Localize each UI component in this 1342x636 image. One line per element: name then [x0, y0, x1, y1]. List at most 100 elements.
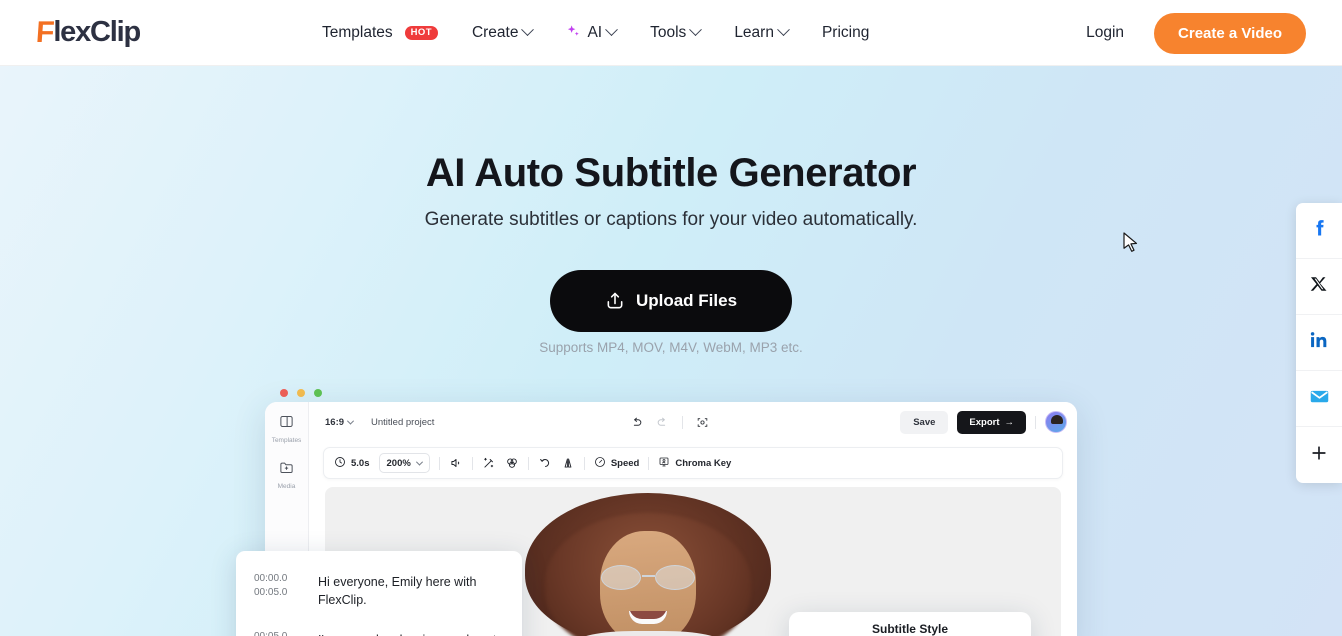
rotate-icon[interactable] — [538, 456, 552, 470]
hero-section: AI Auto Subtitle Generator Generate subt… — [0, 66, 1342, 636]
speedometer-icon — [594, 456, 606, 471]
facebook-icon — [1309, 218, 1329, 243]
speed-control[interactable]: Speed — [594, 456, 640, 471]
supported-formats-text: Supports MP4, MOV, M4V, WebM, MP3 etc. — [539, 340, 803, 355]
nav-label-create: Create — [471, 23, 519, 41]
clock-icon — [334, 456, 346, 471]
sidebar-label-media: Media — [277, 483, 296, 490]
create-a-video-button[interactable]: Create a Video — [1154, 12, 1306, 54]
upload-button-label: Upload Files — [635, 291, 738, 310]
subtitle-style-panel: Subtitle Style Subtitle Subtitle Subtitl… — [789, 612, 1031, 636]
page-root: F lexClip Templates HOT Create AI Tools — [0, 0, 1342, 636]
person-glasses — [599, 565, 697, 590]
undo-icon[interactable] — [630, 416, 643, 429]
speed-label: Speed — [610, 457, 640, 469]
toolbar-divider — [438, 456, 440, 470]
subtitle-list-panel: 00:00.0 00:05.0 Hi everyone, Emily here … — [236, 551, 522, 636]
share-facebook-button[interactable] — [1296, 203, 1342, 259]
mouse-cursor — [1123, 232, 1139, 259]
video-preview-person — [503, 487, 793, 636]
login-link[interactable]: Login — [1086, 24, 1124, 42]
project-name[interactable]: Untitled project — [371, 417, 434, 428]
glasses-lens-right — [655, 565, 695, 590]
window-maximize-dot — [314, 389, 322, 397]
chevron-down-icon — [415, 458, 423, 466]
nav-item-pricing[interactable]: Pricing — [822, 24, 869, 42]
upload-icon — [605, 291, 625, 311]
templates-icon — [279, 414, 294, 434]
avatar[interactable] — [1045, 411, 1067, 433]
share-x-button[interactable] — [1296, 259, 1342, 315]
toolbar-divider — [648, 456, 650, 470]
nav-item-ai[interactable]: AI — [566, 23, 618, 42]
subtitle-text[interactable]: I'm gonna be showing you how to add subt… — [318, 631, 504, 636]
zoom-level-value: 200% — [386, 457, 411, 469]
nav-item-templates[interactable]: Templates HOT — [322, 24, 438, 42]
window-minimize-dot — [297, 389, 305, 397]
nav-item-learn[interactable]: Learn — [734, 23, 790, 42]
flexclip-logo[interactable]: F lexClip — [34, 15, 141, 49]
share-email-button[interactable] — [1296, 371, 1342, 427]
editor-clip-toolbar: 5.0s 200% Speed Chroma Key — [323, 447, 1063, 479]
toolbar-divider — [471, 456, 473, 470]
nav-item-tools[interactable]: Tools — [650, 23, 703, 42]
nav-label-ai: AI — [587, 23, 603, 41]
subtitle-timecodes: 00:00.0 00:05.0 — [254, 573, 302, 609]
plus-icon — [1309, 443, 1329, 468]
flip-icon[interactable] — [561, 456, 575, 470]
save-button[interactable]: Save — [900, 410, 949, 434]
fit-screen-icon[interactable] — [696, 416, 709, 429]
chroma-key-icon — [658, 456, 670, 471]
aspect-ratio-value: 16:9 — [325, 416, 345, 428]
sidebar-label-templates: Templates — [271, 437, 302, 444]
upload-files-button[interactable]: Upload Files — [550, 270, 792, 332]
subtitle-text[interactable]: Hi everyone, Emily here with FlexClip. — [318, 573, 504, 609]
sparkle-icon — [566, 24, 581, 42]
zoom-level-select[interactable]: 200% — [378, 453, 430, 473]
chroma-key-control[interactable]: Chroma Key — [658, 456, 731, 471]
color-filter-icon[interactable] — [505, 456, 519, 470]
page-title: AI Auto Subtitle Generator — [425, 151, 917, 195]
arrow-right-icon: → — [1004, 416, 1015, 428]
subtitle-end-time: 00:05.0 — [254, 587, 288, 598]
subtitle-row[interactable]: 00:00.0 00:05.0 Hi everyone, Emily here … — [254, 573, 504, 609]
logo-wordmark: lexClip — [53, 16, 141, 48]
toolbar-divider — [682, 415, 684, 429]
main-navigation: Templates HOT Create AI Tools Learn Pric… — [322, 23, 869, 42]
social-share-rail — [1296, 203, 1342, 483]
volume-icon[interactable] — [449, 456, 463, 470]
share-more-button[interactable] — [1296, 427, 1342, 483]
share-linkedin-button[interactable] — [1296, 315, 1342, 371]
hot-badge: HOT — [404, 25, 438, 40]
glasses-bridge — [642, 575, 655, 577]
site-header: F lexClip Templates HOT Create AI Tools — [0, 0, 1342, 66]
redo-icon[interactable] — [656, 416, 669, 429]
magic-wand-icon[interactable] — [482, 456, 496, 470]
nav-item-create[interactable]: Create — [471, 23, 535, 42]
subtitle-start-time: 00:00.0 — [254, 573, 288, 584]
nav-label-pricing: Pricing — [821, 23, 870, 41]
subtitle-timecodes: 00:05.0 00:10.0 — [254, 631, 302, 636]
glasses-lens-left — [601, 565, 641, 590]
media-folder-icon — [279, 460, 294, 480]
logo-accent-letter: F — [34, 15, 55, 49]
nav-label-learn: Learn — [734, 23, 774, 41]
duration-control[interactable]: 5.0s — [334, 456, 370, 471]
chevron-down-icon — [346, 417, 355, 425]
toolbar-divider — [527, 456, 529, 470]
subtitle-start-time: 00:05.0 — [254, 631, 302, 636]
sidebar-item-templates[interactable]: Templates — [265, 414, 308, 444]
nav-label-templates: Templates — [322, 23, 393, 41]
chevron-down-icon — [605, 23, 618, 37]
window-close-dot — [280, 389, 288, 397]
sidebar-item-media[interactable]: Media — [265, 460, 308, 490]
page-subtitle: Generate subtitles or captions for your … — [424, 209, 918, 230]
export-button-label: Export — [969, 416, 1000, 428]
aspect-ratio-select[interactable]: 16:9 — [325, 416, 355, 428]
subtitle-row[interactable]: 00:05.0 00:10.0 I'm gonna be showing you… — [254, 631, 504, 636]
toolbar-divider — [1035, 415, 1036, 429]
chroma-key-label: Chroma Key — [675, 457, 732, 469]
linkedin-icon — [1309, 330, 1329, 355]
nav-label-tools: Tools — [650, 23, 687, 41]
export-button[interactable]: Export → — [957, 410, 1026, 434]
